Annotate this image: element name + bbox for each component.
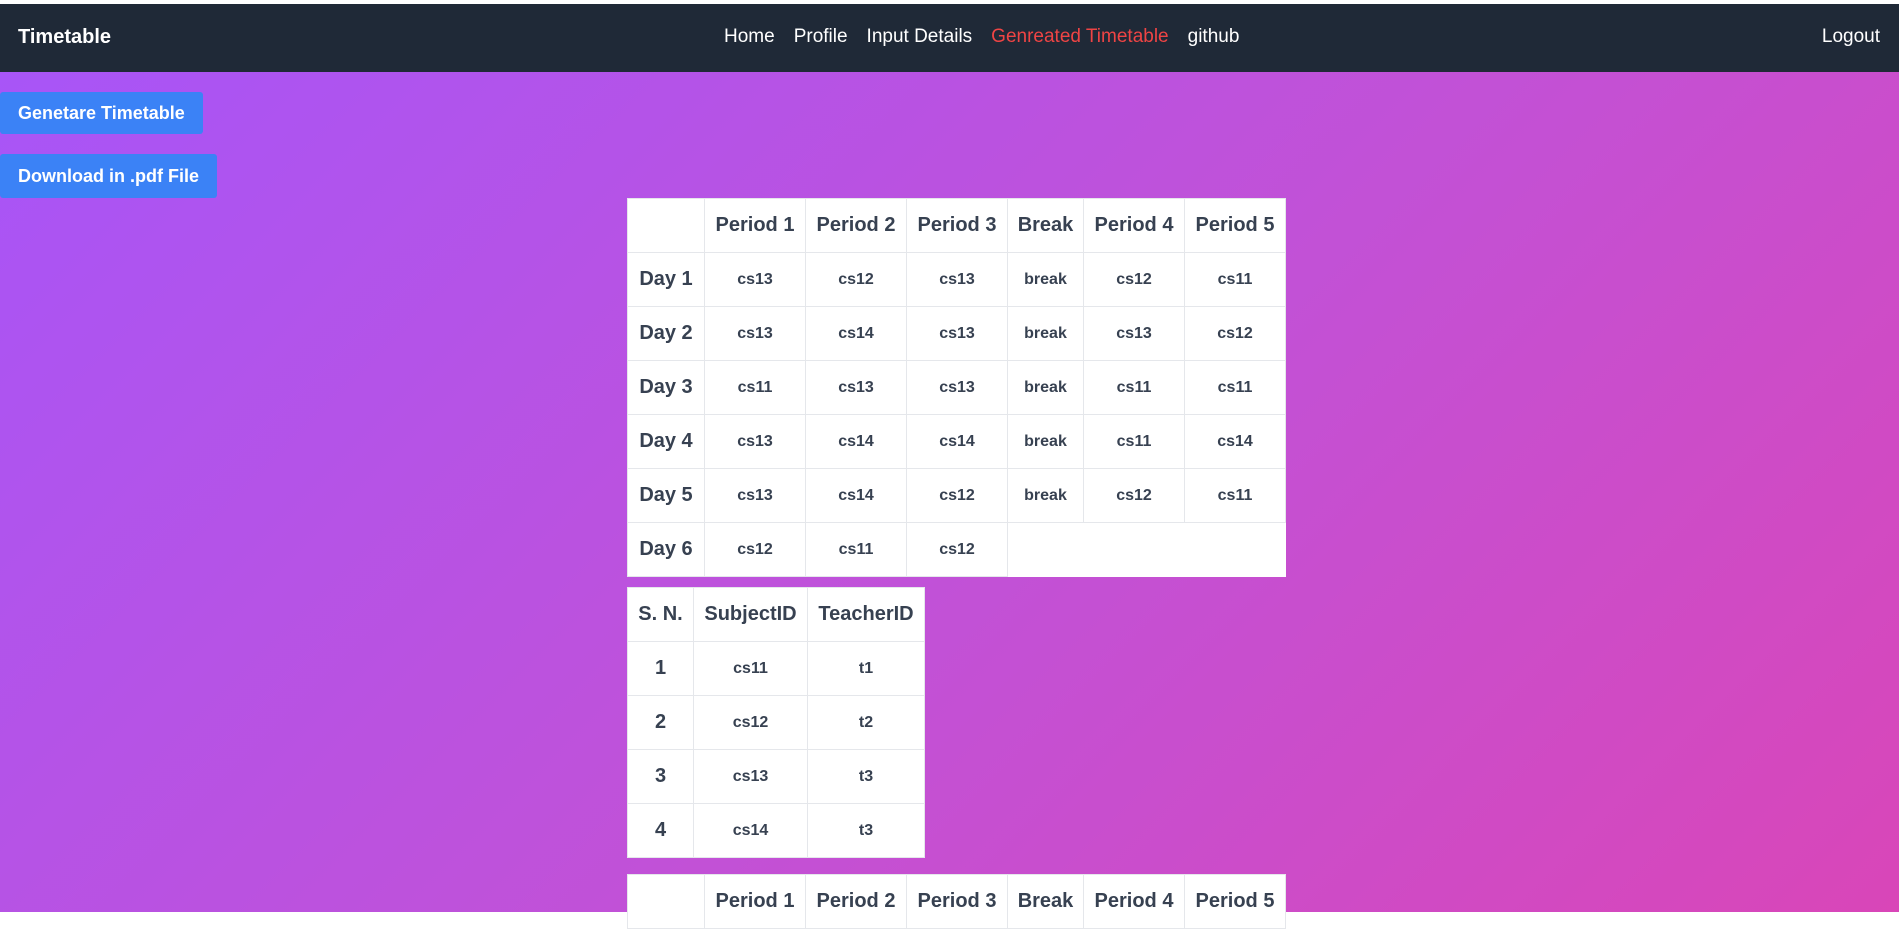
empty-cell — [1008, 523, 1084, 577]
table-cell: cs14 — [693, 803, 808, 858]
subjects-table: S. N. SubjectID TeacherID 1 cs11 t1 2 cs… — [627, 587, 925, 858]
nav-link-generated-timetable[interactable]: Genreated Timetable — [991, 26, 1168, 48]
header-period-5: Period 5 — [1184, 198, 1286, 253]
table-cell: cs12 — [693, 695, 808, 750]
sn-cell: 3 — [627, 749, 694, 804]
sn-cell: 2 — [627, 695, 694, 750]
table-cell: cs12 — [906, 468, 1008, 523]
table-cell: break — [1007, 414, 1084, 469]
header-period-5: Period 5 — [1184, 874, 1286, 929]
nav-menu: Home Profile Input Details Genreated Tim… — [724, 26, 1258, 48]
header-period-2: Period 2 — [805, 874, 907, 929]
sn-cell: 1 — [627, 641, 694, 696]
table-row: Day 5 cs13 cs14 cs12 break cs12 cs11 — [627, 468, 1286, 523]
header-period-3: Period 3 — [906, 198, 1008, 253]
table-cell: cs11 — [693, 641, 808, 696]
table-cell: cs12 — [805, 252, 907, 307]
table-cell: cs13 — [906, 306, 1008, 361]
day-label: Day 3 — [627, 360, 705, 415]
table-row: 1 cs11 t1 — [627, 641, 925, 696]
table-row: 2 cs12 t2 — [627, 695, 925, 750]
table-cell: cs13 — [704, 414, 806, 469]
header-break: Break — [1007, 874, 1084, 929]
table-row: Day 2 cs13 cs14 cs13 break cs13 cs12 — [627, 306, 1286, 361]
timetable-header-row: Period 1 Period 2 Period 3 Break Period … — [627, 198, 1286, 253]
day-label: Day 4 — [627, 414, 705, 469]
day-label: Day 6 — [627, 522, 705, 577]
table-cell: cs13 — [805, 360, 907, 415]
header-period-4: Period 4 — [1083, 198, 1185, 253]
logout-link[interactable]: Logout — [1822, 26, 1880, 48]
table-cell: cs11 — [1184, 468, 1286, 523]
corner-cell — [627, 198, 705, 253]
table-cell: cs13 — [693, 749, 808, 804]
table-cell: cs13 — [704, 306, 806, 361]
table-cell: cs13 — [906, 360, 1008, 415]
main-content: Genetare Timetable Download in .pdf File… — [0, 72, 1899, 929]
header-period-1: Period 1 — [704, 874, 806, 929]
table-cell: t3 — [807, 749, 925, 804]
table-row: Day 3 cs11 cs13 cs13 break cs11 cs11 — [627, 360, 1286, 415]
table-cell: cs12 — [1083, 468, 1185, 523]
timetable-table-2: Period 1 Period 2 Period 3 Break Period … — [627, 874, 1286, 929]
table-cell: cs14 — [805, 414, 907, 469]
table-cell: cs11 — [1184, 252, 1286, 307]
table-row: 3 cs13 t3 — [627, 749, 925, 804]
day-label: Day 2 — [627, 306, 705, 361]
table-cell: cs13 — [704, 252, 806, 307]
header-period-3: Period 3 — [906, 874, 1008, 929]
table-cell: t1 — [807, 641, 925, 696]
timetable-table: Period 1 Period 2 Period 3 Break Period … — [627, 198, 1286, 577]
day-label: Day 5 — [627, 468, 705, 523]
header-sn: S. N. — [627, 587, 694, 642]
table-cell: break — [1007, 252, 1084, 307]
table-cell: cs13 — [906, 252, 1008, 307]
nav-link-github[interactable]: github — [1188, 26, 1240, 48]
subjects-header-row: S. N. SubjectID TeacherID — [627, 587, 925, 642]
table-row: Day 4 cs13 cs14 cs14 break cs11 cs14 — [627, 414, 1286, 469]
nav-link-input-details[interactable]: Input Details — [867, 26, 973, 48]
table-cell: t3 — [807, 803, 925, 858]
table-row: Day 1 cs13 cs12 cs13 break cs12 cs11 — [627, 252, 1286, 307]
table-cell: cs14 — [805, 306, 907, 361]
header-teacher-id: TeacherID — [807, 587, 925, 642]
table-cell: cs11 — [1083, 414, 1185, 469]
empty-cell — [1185, 523, 1286, 577]
header-subject-id: SubjectID — [693, 587, 808, 642]
table-cell: break — [1007, 468, 1084, 523]
header-period-1: Period 1 — [704, 198, 806, 253]
table-cell: cs12 — [1184, 306, 1286, 361]
table-cell: break — [1007, 306, 1084, 361]
corner-cell — [627, 874, 705, 929]
download-pdf-button[interactable]: Download in .pdf File — [0, 154, 217, 198]
table-cell: cs14 — [805, 468, 907, 523]
table-row: 4 cs14 t3 — [627, 803, 925, 858]
brand-title[interactable]: Timetable — [18, 26, 111, 49]
nav-link-home[interactable]: Home — [724, 26, 775, 48]
table-cell: cs11 — [1083, 360, 1185, 415]
table-cell: cs11 — [805, 522, 907, 577]
table-cell: cs11 — [1184, 360, 1286, 415]
table-cell: cs12 — [906, 522, 1008, 577]
table-cell: cs11 — [704, 360, 806, 415]
table-cell: cs13 — [704, 468, 806, 523]
header-period-2: Period 2 — [805, 198, 907, 253]
timetable-header-row: Period 1 Period 2 Period 3 Break Period … — [627, 874, 1286, 929]
day-label: Day 1 — [627, 252, 705, 307]
header-period-4: Period 4 — [1083, 874, 1185, 929]
table-cell: cs12 — [1083, 252, 1185, 307]
table-cell: cs12 — [704, 522, 806, 577]
table-cell: t2 — [807, 695, 925, 750]
empty-cell — [1084, 523, 1185, 577]
header-break: Break — [1007, 198, 1084, 253]
table-cell: break — [1007, 360, 1084, 415]
nav-link-profile[interactable]: Profile — [794, 26, 848, 48]
generate-timetable-button[interactable]: Genetare Timetable — [0, 92, 203, 134]
table-cell: cs13 — [1083, 306, 1185, 361]
table-cell: cs14 — [906, 414, 1008, 469]
sn-cell: 4 — [627, 803, 694, 858]
table-cell: cs14 — [1184, 414, 1286, 469]
table-row: Day 6 cs12 cs11 cs12 — [627, 522, 1286, 577]
navbar: Timetable Home Profile Input Details Gen… — [0, 4, 1899, 72]
